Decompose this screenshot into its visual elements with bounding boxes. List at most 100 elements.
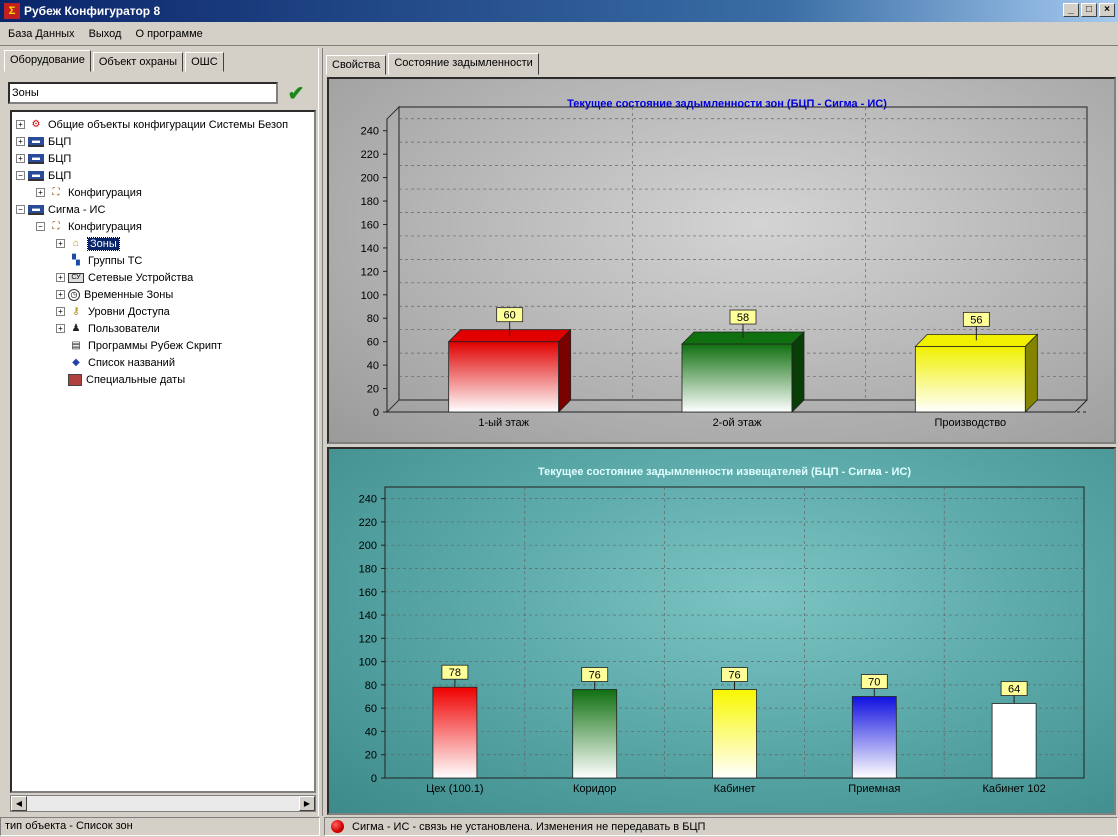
collapse-icon[interactable]: −	[16, 171, 25, 180]
y-tick-label: 140	[361, 243, 379, 255]
bar	[851, 696, 897, 779]
device-icon: ▬	[28, 153, 44, 164]
y-tick-label: 140	[359, 610, 377, 622]
collapse-icon[interactable]: −	[16, 205, 25, 214]
expand-icon[interactable]: +	[56, 290, 65, 299]
expand-icon[interactable]: +	[56, 324, 65, 333]
y-tick-label: 220	[361, 149, 379, 161]
scroll-left-icon[interactable]: ◀	[11, 796, 27, 811]
expand-icon[interactable]: +	[16, 154, 25, 163]
tree-node[interactable]: + ⌂ Зоны	[12, 235, 314, 252]
menu-exit[interactable]: Выход	[87, 26, 124, 42]
detectors-smoke-chart: Текущее состояние задымленности извещате…	[327, 447, 1116, 815]
network-icon: СУ	[68, 272, 84, 283]
config-icon: ⛶	[52, 187, 60, 198]
equipment-tree[interactable]: + ⚙ Общие объекты конфигурации Системы Без…	[10, 110, 316, 793]
horizontal-scrollbar[interactable]: ◀ ▶	[10, 795, 316, 812]
expand-icon[interactable]: +	[56, 273, 65, 282]
menu-bar: База Данных Выход О программе	[0, 22, 1118, 46]
tab-equipment[interactable]: Оборудование	[4, 50, 91, 72]
y-tick-label: 20	[367, 384, 379, 396]
tab-protected-object[interactable]: Объект охраны	[92, 52, 184, 72]
tree-node[interactable]: ◆ Список названий	[12, 354, 314, 371]
bar	[448, 341, 560, 413]
bar-side	[1024, 333, 1038, 413]
tree-node[interactable]: + ◷ Временные Зоны	[12, 286, 314, 303]
expand-icon[interactable]: +	[56, 239, 65, 248]
minimize-button[interactable]: _	[1063, 3, 1079, 17]
org-icon: ⚙	[31, 119, 41, 130]
list-icon: ◆	[72, 357, 80, 368]
tree-node[interactable]: + ♟ Пользователи	[12, 320, 314, 337]
y-tick-label: 60	[367, 337, 379, 349]
y-tick-label: 200	[361, 173, 379, 185]
users-icon: ♟	[71, 323, 81, 334]
tree-node[interactable]: ▚ Группы ТС	[12, 252, 314, 269]
detectors-chart-svg: Текущее состояние задымленности извещате…	[359, 466, 1085, 795]
tree-node-label: Группы ТС	[88, 254, 143, 267]
expand-icon[interactable]: +	[36, 188, 45, 197]
collapse-icon[interactable]: −	[36, 222, 45, 231]
tree-node[interactable]: − ⛶ Конфигурация	[12, 218, 314, 235]
config-icon: ⛶	[52, 221, 60, 232]
y-tick-label: 0	[371, 773, 377, 785]
scroll-right-icon[interactable]: ▶	[299, 796, 315, 811]
tree-node-label: БЦП	[48, 152, 72, 165]
tree-node[interactable]: + ⛶ Конфигурация	[12, 184, 314, 201]
right-tabs: Свойства Состояние задымленности	[326, 53, 541, 75]
apply-check-icon[interactable]: ✔	[282, 82, 310, 105]
bar	[432, 686, 478, 779]
tree-node[interactable]: + ⚙ Общие объекты конфигурации Системы Без…	[12, 116, 314, 133]
data-label: 58	[737, 312, 749, 324]
x-tick-label: Коридор	[573, 783, 616, 795]
y-tick-label: 240	[361, 126, 379, 138]
chart-title: Текущее состояние задымленности зон (БЦП…	[567, 98, 887, 110]
x-tick-label: Кабинет 102	[982, 783, 1045, 795]
tab-properties[interactable]: Свойства	[326, 55, 387, 75]
tree-node[interactable]: ▤ Программы Рубеж Скрипт	[12, 337, 314, 354]
tab-smoke-state[interactable]: Состояние задымленности	[388, 53, 539, 75]
bar-side	[791, 331, 805, 413]
y-tick-label: 80	[367, 313, 379, 325]
expand-icon[interactable]: +	[16, 120, 25, 129]
tree-node[interactable]: + ▬ БЦП	[12, 150, 314, 167]
y-tick-label: 60	[365, 703, 377, 715]
zones-smoke-chart: Текущее состояние задымленности зон (БЦП…	[327, 77, 1116, 444]
tree-node[interactable]: + СУ Сетевые Устройства	[12, 269, 314, 286]
tree-node[interactable]: − ▬ БЦП	[12, 167, 314, 184]
tree-node-label: Зоны	[87, 236, 120, 251]
y-tick-label: 160	[359, 587, 377, 599]
y-tick-label: 120	[359, 633, 377, 645]
x-tick-label: 2-ой этаж	[713, 417, 763, 429]
y-tick-label: 40	[367, 360, 379, 372]
chart-side-wall	[386, 105, 400, 414]
status-object-type: тип объекта - Список зон	[0, 817, 320, 836]
tree-node-label: Программы Рубеж Скрипт	[88, 339, 223, 352]
expand-icon[interactable]: +	[16, 137, 25, 146]
search-input[interactable]	[8, 82, 278, 104]
zones-chart-svg: Текущее состояние задымленности зон (БЦП…	[361, 98, 1088, 429]
tree-node-label: Пользователи	[88, 322, 160, 335]
bar-side	[558, 328, 572, 413]
tree-node[interactable]: + ▬ БЦП	[12, 133, 314, 150]
menu-database[interactable]: База Данных	[6, 26, 77, 42]
status-bar: тип объекта - Список зон Сигма - ИС - св…	[0, 816, 1118, 837]
tree-node-label: Список названий	[88, 356, 175, 369]
maximize-button[interactable]: □	[1081, 3, 1097, 17]
tree-node-label: Уровни Доступа	[88, 305, 170, 318]
left-tabs: Оборудование Объект охраны ОШС	[0, 48, 318, 72]
calendar-icon	[68, 373, 82, 386]
y-tick-label: 160	[361, 219, 379, 231]
expand-icon[interactable]: +	[56, 307, 65, 316]
device-icon: ▬	[28, 136, 44, 147]
panel-splitter[interactable]	[318, 48, 323, 816]
y-tick-label: 80	[365, 680, 377, 692]
tree-node[interactable]: + ⚷ Уровни Доступа	[12, 303, 314, 320]
connection-status-icon	[331, 820, 344, 833]
tree-node-label: Временные Зоны	[84, 288, 174, 301]
tab-oshs[interactable]: ОШС	[185, 52, 224, 72]
close-button[interactable]: ×	[1099, 3, 1115, 17]
tree-node[interactable]: − ▬ Сигма - ИС	[12, 201, 314, 218]
tree-node[interactable]: Специальные даты	[12, 371, 314, 388]
menu-about[interactable]: О программе	[133, 26, 204, 42]
